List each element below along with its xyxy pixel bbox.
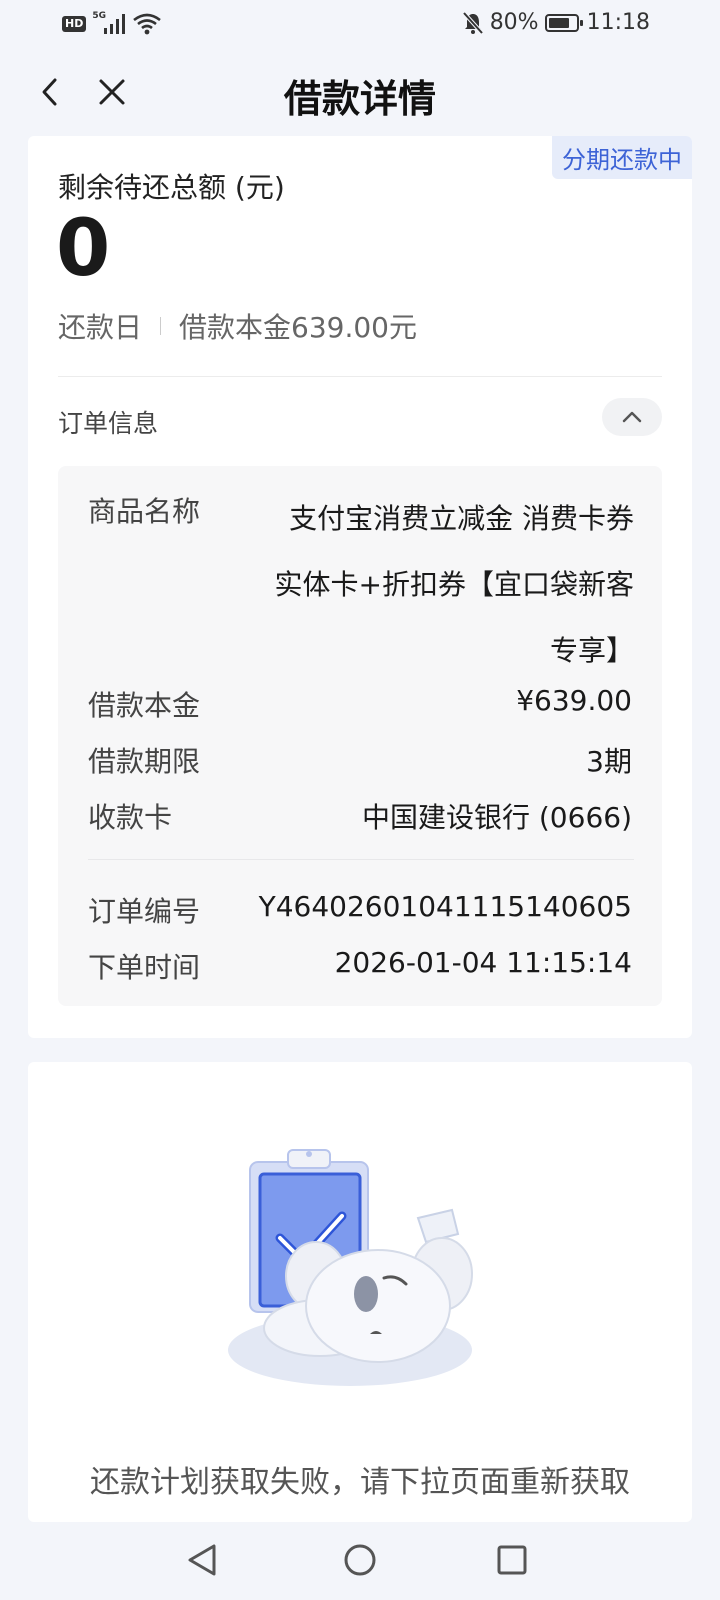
loan-summary-card: 分期还款中 剩余待还总额 (元) 0 还款日 借款本金639.00元 订单信息 … [28, 136, 692, 1038]
product-name-label: 商品名称 [88, 495, 201, 528]
loan-term-label: 借款期限 [88, 745, 201, 778]
nav-recents-button[interactable] [490, 1538, 534, 1582]
order-time-label: 下单时间 [88, 951, 201, 984]
remaining-amount-value: 0 [56, 204, 111, 294]
status-bar: HD 5G 80% 11:18 [0, 0, 720, 50]
chevron-up-icon [622, 411, 642, 423]
order-collapse-button[interactable] [602, 398, 662, 436]
receiving-card-value: 中国建设银行 (0666) [361, 801, 632, 834]
order-number-label: 订单编号 [88, 895, 201, 928]
repay-day-label: 还款日 [58, 311, 143, 344]
triangle-back-icon [188, 1544, 216, 1576]
hd-badge: HD [62, 16, 87, 32]
panel-divider [88, 859, 634, 860]
nav-home-button[interactable] [338, 1538, 382, 1582]
principal-value: ¥639.00 [516, 684, 632, 717]
circle-home-icon [344, 1544, 376, 1576]
order-section-title: 订单信息 [58, 409, 159, 438]
order-info-panel: 商品名称 支付宝消费立减金 消费卡券 实体卡+折扣券【宜口袋新客专享】 借款本金… [58, 466, 662, 1006]
summary-separator [160, 317, 162, 335]
system-navigation-bar [0, 1522, 720, 1600]
remaining-amount-label: 剩余待还总额 (元) [58, 171, 285, 204]
battery-icon [544, 13, 583, 32]
signal-icon: 5G [92, 11, 128, 36]
repay-summary-line: 还款日 借款本金639.00元 [58, 306, 417, 346]
loan-status-badge: 分期还款中 [552, 136, 692, 179]
page-title: 借款详情 [283, 77, 436, 121]
product-name-value: 支付宝消费立减金 消费卡券 实体卡+折扣券【宜口袋新客专享】 [274, 502, 634, 667]
battery-percent: 80% [489, 10, 539, 35]
wifi-icon [133, 13, 162, 35]
title-bar: 借款详情 [0, 50, 720, 136]
principal-summary: 借款本金639.00元 [179, 311, 417, 344]
battery-level-fill [548, 17, 569, 28]
status-left-group: HD 5G [62, 11, 162, 36]
square-recents-icon [497, 1545, 527, 1575]
koala-clipboard-illustration [228, 1149, 473, 1386]
order-number-value: Y46402601041115140605 [258, 890, 632, 923]
order-time-value: 2026-01-04 11:15:14 [334, 946, 632, 979]
status-time: 11:18 [586, 10, 650, 35]
loan-term-value: 3期 [586, 745, 632, 778]
mute-bell-icon [462, 11, 484, 34]
plan-fetch-failed-message: 还款计划获取失败，请下拉页面重新获取 [90, 1465, 630, 1500]
principal-label: 借款本金 [88, 689, 201, 722]
nav-back-button[interactable] [180, 1538, 224, 1582]
status-right-group: 80% 11:18 [462, 10, 650, 35]
repayment-plan-card: 还款计划获取失败，请下拉页面重新获取 [28, 1062, 692, 1522]
section-divider [58, 376, 662, 377]
receiving-card-label: 收款卡 [88, 801, 173, 834]
